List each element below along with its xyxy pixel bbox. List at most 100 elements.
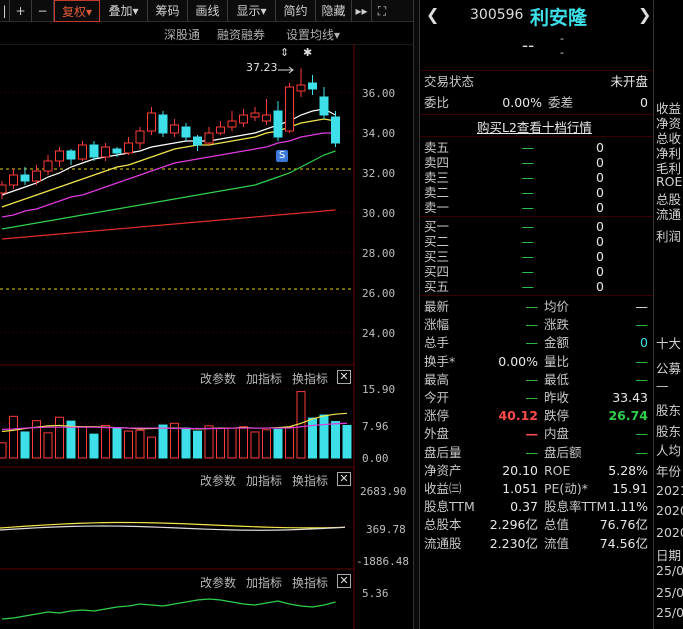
vol-close-icon[interactable]: ✕ <box>337 370 351 384</box>
volume-bar <box>158 424 168 459</box>
bid-volume: 0 <box>596 279 604 294</box>
stat-value: 1.11% <box>608 499 648 515</box>
fullscreen-icon[interactable]: ⛶ <box>372 0 392 22</box>
price-tick: 32.00 <box>362 167 396 180</box>
volume-bar <box>319 414 329 459</box>
stat-label: 涨幅 <box>424 317 450 333</box>
volume-bar <box>89 433 99 459</box>
draw-line-button[interactable]: 画线 <box>188 0 228 22</box>
stat-value: — <box>525 371 539 387</box>
stat-label: 总手 <box>424 335 450 351</box>
candle-body <box>43 160 53 172</box>
zoom-in-button[interactable]: + <box>10 0 32 22</box>
side-item[interactable]: 2020 <box>656 525 683 540</box>
side-item[interactable]: 股东 <box>656 400 681 419</box>
ma-settings-dropdown[interactable]: 设置均线▾ <box>286 26 340 43</box>
panel-splitter[interactable] <box>413 0 420 629</box>
side-item[interactable]: 流通 <box>656 204 681 223</box>
ask-row[interactable]: 卖一 — 0 <box>424 199 652 216</box>
side-item[interactable]: ROE <box>656 174 682 189</box>
adjust-dropdown[interactable]: 复权▾ <box>54 0 100 22</box>
side-item[interactable]: 股东 <box>656 421 681 440</box>
hk-connect-link[interactable]: 深股通 <box>164 26 200 43</box>
weicha-label: 委差 <box>548 95 574 110</box>
side-item[interactable]: 25/0 <box>656 605 683 620</box>
vol-add-indicator[interactable]: 加指标 <box>246 370 282 387</box>
macd-switch-indicator[interactable]: 换指标 <box>292 472 328 489</box>
volume-bar <box>43 432 53 459</box>
zoom-out-button[interactable]: − <box>32 0 54 22</box>
macd-edit-params[interactable]: 改参数 <box>200 472 236 489</box>
stat-value: 26.74 <box>608 408 648 424</box>
volume-bar <box>342 424 352 459</box>
price-change: - <box>560 32 564 45</box>
side-item[interactable]: 利润 <box>656 226 681 245</box>
side-item[interactable]: 2021 <box>656 483 683 498</box>
vol-edit-params[interactable]: 改参数 <box>200 370 236 387</box>
candle-body <box>285 86 294 132</box>
hide-button[interactable]: 隐藏 <box>316 0 352 22</box>
candle-body <box>158 114 168 134</box>
candle-body <box>204 132 214 144</box>
candle-body <box>9 174 18 186</box>
next-stock-icon[interactable]: ❯ <box>638 5 651 24</box>
volume-bar <box>250 431 260 459</box>
macd-tick: -1886.48 <box>356 555 409 568</box>
side-item[interactable]: 25/0 <box>656 585 683 600</box>
side-item[interactable]: — <box>656 378 669 393</box>
volume-bar <box>20 431 30 459</box>
stat-label: 盘后额 <box>544 444 582 460</box>
macd-tick: 369.78 <box>366 523 406 536</box>
volume-bar <box>135 429 145 459</box>
stat-value: 2.230亿 <box>489 535 538 551</box>
side-item[interactable]: 公募 <box>656 358 681 377</box>
bottom-edit-params[interactable]: 改参数 <box>200 574 236 591</box>
display-dropdown[interactable]: 显示▾ <box>228 0 276 22</box>
stat-label: 流值 <box>544 535 570 551</box>
expand-icon[interactable]: ▸▸ <box>352 0 372 22</box>
weibi-row: 委比 0.00% 委差 0 <box>424 94 652 111</box>
candle-body <box>32 170 41 182</box>
stat-label: 今开 <box>424 390 450 405</box>
stat-label: 净资产 <box>424 462 462 478</box>
volume-bar <box>273 428 283 459</box>
weicha-value: 0 <box>640 95 648 110</box>
vol-switch-indicator[interactable]: 换指标 <box>292 370 328 387</box>
candle-body <box>181 126 191 138</box>
chips-button[interactable]: 筹码 <box>148 0 188 22</box>
simple-button[interactable]: 简约 <box>276 0 316 22</box>
stat-value: 0.00% <box>498 353 538 369</box>
side-item[interactable]: 人均 <box>656 440 681 459</box>
bottom-close-icon[interactable]: ✕ <box>337 574 351 588</box>
side-item[interactable]: 年份 <box>656 461 681 480</box>
candle-body <box>239 114 248 124</box>
stock-code: 300596 <box>470 7 524 23</box>
candle-body <box>20 174 30 182</box>
volume-bar <box>308 417 317 459</box>
overlay-dropdown[interactable]: 叠加▾ <box>100 0 148 22</box>
stat-label: 最高 <box>424 371 450 387</box>
bid-row[interactable]: 买五 — 0 <box>424 278 652 295</box>
stat-row: 最高 — 最低 — <box>424 371 652 388</box>
side-item[interactable]: 十大 <box>656 333 681 352</box>
side-item[interactable]: 日期 <box>656 545 681 564</box>
side-item[interactable]: 25/0 <box>656 563 683 578</box>
price-tick: 36.00 <box>362 87 396 100</box>
kline-chart-area[interactable]: 36.00 34.00 32.00 30.00 28.00 26.00 24.0… <box>0 43 413 629</box>
margin-trading-link[interactable]: 融资融券 <box>217 26 265 43</box>
side-item[interactable]: 2020 <box>656 503 683 518</box>
toolbar-item-handle[interactable]: | <box>0 0 10 22</box>
volume-bar <box>9 415 18 459</box>
kline-chart-svg[interactable] <box>0 43 413 629</box>
sell-signal-badge[interactable]: S <box>276 150 288 162</box>
macd-close-icon[interactable]: ✕ <box>337 472 351 486</box>
bottom-switch-indicator[interactable]: 换指标 <box>292 574 328 591</box>
macd-add-indicator[interactable]: 加指标 <box>246 472 282 489</box>
candle-body <box>89 144 99 158</box>
volume-bar <box>181 427 191 459</box>
l2-upgrade-link[interactable]: 购买L2查看十档行情 <box>477 117 592 136</box>
bottom-add-indicator[interactable]: 加指标 <box>246 574 282 591</box>
stat-row: 总股本 2.296亿 总值 76.76亿 <box>424 516 652 533</box>
divider <box>420 216 653 217</box>
prev-stock-icon[interactable]: ❮ <box>426 5 439 24</box>
